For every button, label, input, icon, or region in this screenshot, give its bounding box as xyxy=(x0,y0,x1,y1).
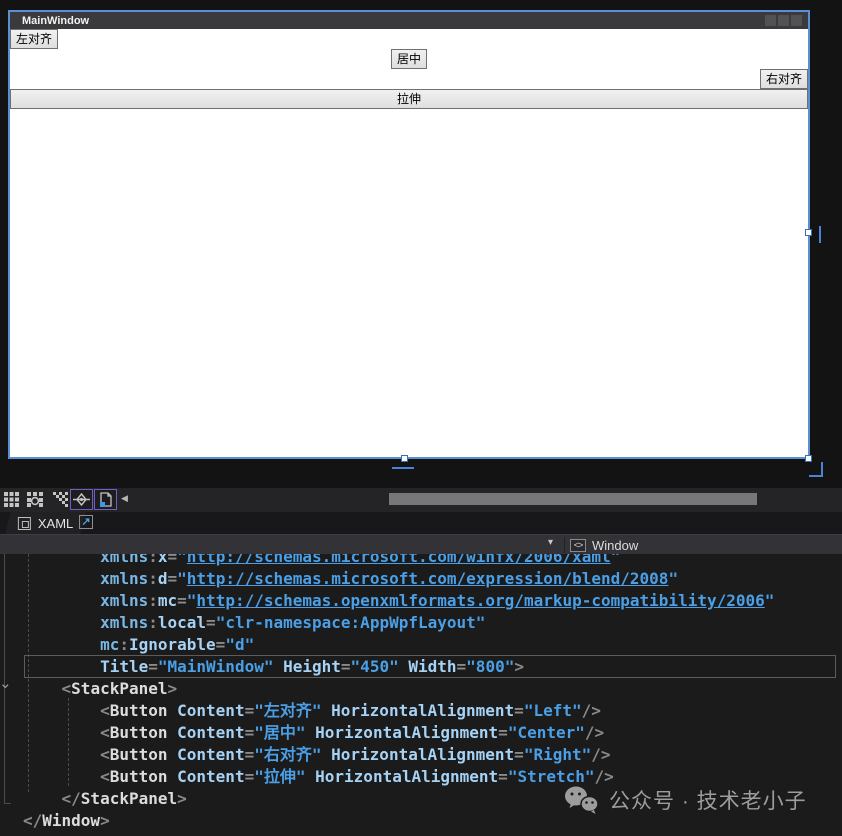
project-code-toggle[interactable] xyxy=(94,489,117,510)
code-line[interactable]: <Button Content="左对齐" HorizontalAlignmen… xyxy=(23,700,774,722)
wpf-button-left[interactable]: 左对齐 xyxy=(10,29,58,49)
wpf-button-center[interactable]: 居中 xyxy=(391,49,427,69)
preview-chrome-buttons xyxy=(765,15,808,26)
design-preview-window[interactable]: MainWindow 左对齐居中右对齐拉伸 xyxy=(8,10,810,459)
wpf-button-right[interactable]: 右对齐 xyxy=(760,69,808,89)
code-line[interactable]: <StackPanel> xyxy=(23,678,774,700)
popout-window-icon[interactable]: ↗ xyxy=(79,515,93,529)
code-line[interactable]: xmlns:d="http://schemas.microsoft.com/ex… xyxy=(23,568,774,590)
block-structure-foot xyxy=(4,803,11,804)
outline-collapse-chevron-icon[interactable]: ⌄ xyxy=(0,674,12,692)
xaml-tab-label: XAML xyxy=(38,516,73,531)
wpf-button-stretch[interactable]: 拉伸 xyxy=(10,89,808,109)
code-line[interactable]: xmlns:local="clr-namespace:AppWpfLayout" xyxy=(23,612,774,634)
collapse-arrow-icon[interactable]: ◀ xyxy=(121,493,128,504)
element-navigator-bar: ▾ <> Window xyxy=(0,534,842,554)
maximize-placeholder-icon xyxy=(778,15,789,26)
snaplines-toggle[interactable] xyxy=(70,489,93,510)
designer-toolbar: ◀ xyxy=(0,488,842,512)
resize-grip-corner-h xyxy=(809,475,823,477)
minimize-placeholder-icon xyxy=(765,15,776,26)
code-line[interactable]: mc:Ignorable="d" xyxy=(23,634,774,656)
show-grid-icon[interactable] xyxy=(4,492,19,507)
code-line[interactable]: <Button Content="右对齐" HorizontalAlignmen… xyxy=(23,744,774,766)
navigator-divider xyxy=(564,537,565,553)
xml-element-icon: <> xyxy=(570,539,586,552)
element-breadcrumb[interactable]: <> Window xyxy=(570,535,638,555)
document-refresh-icon xyxy=(99,492,113,508)
code-line[interactable]: xmlns:mc="http://schemas.openxmlformats.… xyxy=(23,590,774,612)
tab-xaml[interactable]: XAML xyxy=(5,512,86,534)
snaplines-icon xyxy=(73,492,90,507)
designer-horizontal-scrollbar[interactable] xyxy=(389,493,757,505)
code-line[interactable]: Title="MainWindow" Height="450" Width="8… xyxy=(23,656,774,678)
resize-grip-bottom xyxy=(392,467,414,469)
resize-handle-right[interactable] xyxy=(805,229,812,236)
snap-grid-icon[interactable] xyxy=(53,492,69,507)
chevron-down-icon[interactable]: ▾ xyxy=(548,537,553,548)
watermark-text: 公众号 · 技术老小子 xyxy=(609,785,807,815)
stackpanel-artboard[interactable]: 左对齐居中右对齐拉伸 xyxy=(10,29,808,457)
close-placeholder-icon xyxy=(791,15,802,26)
xaml-doc-icon xyxy=(18,517,31,530)
preview-titlebar: MainWindow xyxy=(10,12,808,29)
editor-tab-row: XAML ↗ xyxy=(0,512,842,534)
grid-settings-icon[interactable] xyxy=(27,492,43,507)
resize-grip-right xyxy=(819,226,821,243)
resize-handle-corner[interactable] xyxy=(805,455,812,462)
designer-surface[interactable]: MainWindow 左对齐居中右对齐拉伸 xyxy=(0,0,842,488)
resize-handle-bottom[interactable] xyxy=(401,455,408,462)
preview-window-title: MainWindow xyxy=(10,15,89,27)
code-line[interactable]: <Button Content="居中" HorizontalAlignment… xyxy=(23,722,774,744)
wechat-icon xyxy=(563,785,599,815)
element-breadcrumb-label: Window xyxy=(592,538,638,553)
vs-xaml-designer-screen: MainWindow 左对齐居中右对齐拉伸 xyxy=(0,0,842,836)
watermark: 公众号 · 技术老小子 xyxy=(563,785,807,815)
